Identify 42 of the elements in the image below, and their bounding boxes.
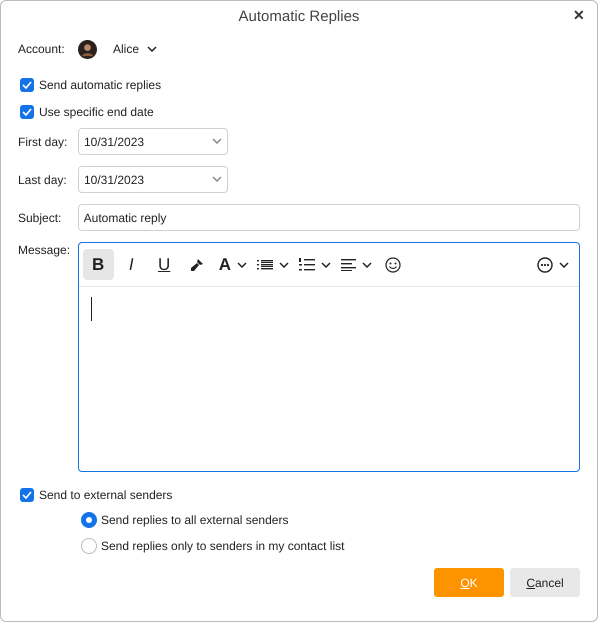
subject-field[interactable]: Automatic reply [78,204,580,231]
checkbox-label: Send automatic replies [39,78,162,92]
radio-button[interactable] [81,538,97,554]
account-picker[interactable]: Alice [78,40,158,58]
checkbox[interactable] [20,78,34,92]
chevron-down-icon [236,262,247,268]
window-title: Automatic Replies [238,8,360,25]
italic-button[interactable]: I [116,249,147,280]
font-color-button[interactable]: A [214,249,251,280]
bold-button[interactable]: B [82,249,114,280]
bulleted-list-icon [256,258,273,272]
field-label: First day: [18,134,68,148]
checkbox-label: Use specific end date [39,105,154,119]
avatar-icon [78,40,97,58]
close-button[interactable]: ✕ [573,7,585,23]
field-label: Account: [18,42,66,56]
smiley-icon [385,256,402,272]
radio-label: Send replies to all external senders [101,513,288,527]
checkbox[interactable] [20,488,34,502]
field-label: Message: [18,242,72,257]
more-icon [537,256,553,272]
cancel-button[interactable]: Cancel [510,568,580,597]
date-field[interactable]: 10/31/2023 [78,166,228,193]
checkbox[interactable] [20,105,34,119]
field-label: Last day: [18,172,68,186]
chevron-down-icon [559,262,569,268]
chevron-down-icon [278,262,289,268]
chevron-down-icon [147,46,158,52]
checkbox-label: Send to external senders [39,488,172,502]
radio-label: Send replies only to senders in my contact list [101,539,344,553]
field-label: Subject: [18,210,62,224]
chevron-down-icon [212,138,222,144]
chevron-down-icon [212,176,222,182]
chevron-down-icon [320,262,331,268]
underline-button[interactable]: U [148,249,180,280]
radio-button[interactable] [81,512,97,528]
brush-icon [189,256,206,272]
text-cursor [90,297,92,321]
align-left-icon [340,258,356,270]
date-field[interactable]: 10/31/2023 [78,128,228,155]
numbered-list-icon [298,256,315,272]
chevron-down-icon [362,262,372,268]
